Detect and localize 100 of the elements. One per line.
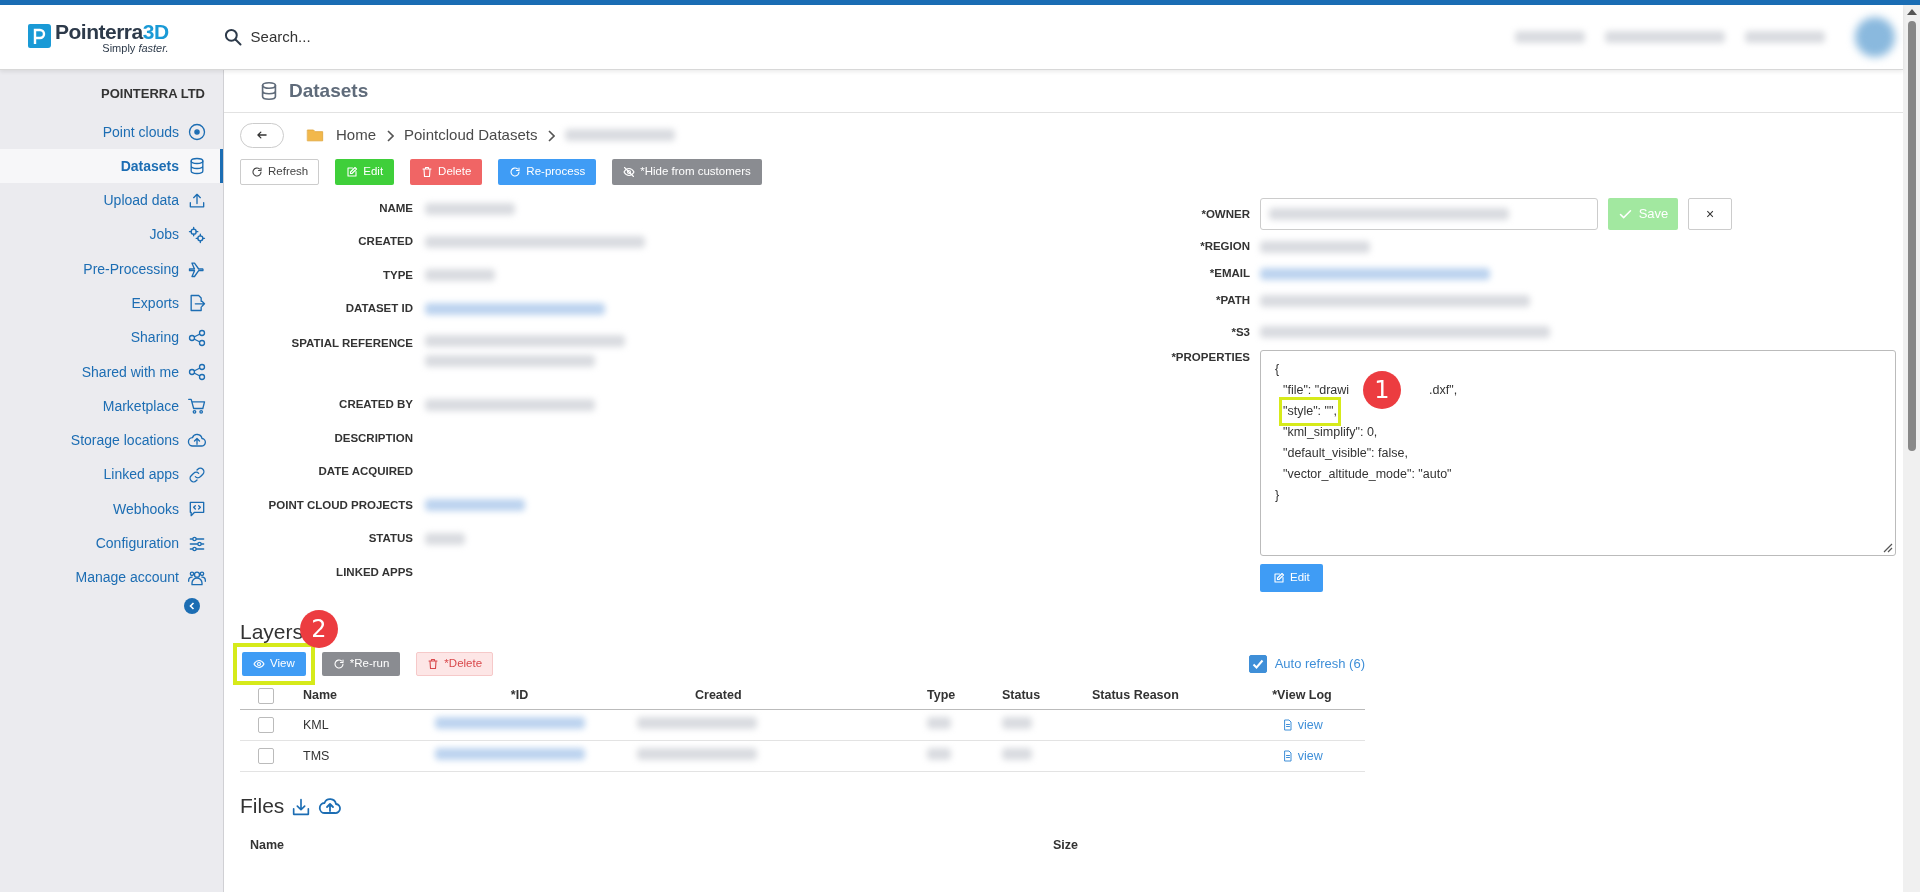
share-icon (187, 362, 207, 383)
blurred-text (1002, 716, 1032, 729)
field-label: *OWNER (1200, 207, 1250, 222)
section-heading: Files (240, 793, 285, 819)
field-label: *S3 (1230, 325, 1250, 340)
refresh-icon (251, 166, 263, 178)
field-label: POINT CLOUD PROJECTS (267, 497, 413, 513)
logo-icon (26, 23, 52, 51)
sidebar-item[interactable]: Upload data (0, 186, 223, 215)
blurred-text (425, 269, 495, 282)
column-header: Name (290, 681, 415, 710)
code-text: "file": "drawi (1283, 382, 1350, 399)
sidebar-item[interactable]: Configuration (0, 529, 223, 558)
field-label: *PROPERTIES (1170, 350, 1250, 365)
column-header: Created (625, 681, 915, 710)
column-header: Type (915, 681, 990, 710)
sidebar-item[interactable]: Storage locations (0, 426, 223, 455)
blurred-text (1515, 31, 1585, 43)
refresh-icon (332, 657, 345, 670)
edit-icon (1273, 572, 1285, 584)
table-cell: KML (290, 709, 415, 741)
callout-badge: 1 (1363, 371, 1401, 409)
blurred-text (425, 532, 465, 545)
owner-field[interactable] (1260, 198, 1598, 230)
trash-icon (421, 166, 434, 178)
scroll-up-arrow[interactable] (1906, 9, 1917, 15)
row-checkbox[interactable] (258, 748, 274, 765)
field-label: CREATED BY (338, 397, 413, 413)
view-log-link[interactable]: view (1282, 748, 1323, 763)
sidebar-item[interactable]: Shared with me (0, 358, 223, 387)
hide-button[interactable]: *Hide from customers (612, 159, 762, 185)
code-text: "kml_simplify": 0, (1283, 424, 1378, 441)
page-title: Datasets (289, 78, 369, 103)
document-icon (1282, 750, 1295, 763)
field-label: TYPE (381, 267, 413, 283)
view-log-link[interactable]: view (1282, 717, 1323, 732)
back-button[interactable] (240, 122, 284, 148)
cart-icon (187, 396, 207, 417)
field-label: *EMAIL (1208, 266, 1250, 281)
refresh-icon (509, 166, 522, 178)
code-text: { (1275, 361, 1280, 378)
code-text: "vector_altitude_mode": "auto" (1283, 466, 1452, 483)
checkbox[interactable] (1248, 654, 1267, 673)
column-header: Status Reason (1080, 681, 1240, 710)
table-cell: TMS (290, 740, 415, 772)
blurred-text (927, 747, 951, 760)
edit-button[interactable]: Edit (1260, 564, 1323, 592)
blurred-text (1002, 747, 1032, 760)
code-text: } (1275, 487, 1280, 504)
avatar[interactable] (1855, 17, 1895, 57)
field-label: SPATIAL REFERENCE (290, 335, 413, 351)
collapse-button[interactable] (184, 598, 200, 615)
rerun-button[interactable]: *Re-run (321, 651, 401, 676)
view-button[interactable]: View (242, 651, 306, 676)
field-label: *REGION (1199, 239, 1250, 254)
column-header: Status (990, 681, 1080, 710)
sidebar-item[interactable]: Exports (0, 289, 223, 318)
sidebar-item[interactable]: Datasets (0, 149, 223, 184)
reprocess-button[interactable]: Re-process (498, 159, 597, 185)
row-checkbox[interactable] (258, 717, 274, 734)
field-label: DESCRIPTION (333, 430, 413, 446)
sidebar-item[interactable]: Marketplace (0, 392, 223, 421)
code-text: "default_visible": false, (1283, 445, 1408, 462)
sidebar-item[interactable]: Linked apps (0, 460, 223, 489)
field-label: STATUS (367, 531, 413, 547)
blurred-text (927, 716, 951, 729)
organization-name: POINTERRA LTD (100, 85, 206, 103)
trash-icon (427, 657, 440, 670)
refresh-button[interactable]: Refresh (240, 159, 320, 185)
sidebar-item[interactable]: Sharing (0, 323, 223, 352)
checkbox[interactable] (258, 687, 274, 704)
search-icon (222, 27, 243, 47)
column-header: *ID (415, 681, 625, 710)
field-label: *PATH (1214, 293, 1250, 308)
edit-icon (346, 166, 359, 178)
properties-textarea[interactable]: { "file": "drawi .dxf", "style": "", 1 "kml_simplify": 0, "default_visible": false, "vector_altitude_mode": "auto" } (1260, 350, 1896, 556)
delete-button[interactable]: Delete (410, 159, 483, 185)
document-icon (1282, 719, 1295, 732)
field-label: NAME (378, 201, 413, 216)
scrollbar-thumb[interactable] (1907, 21, 1916, 451)
sidebar-item[interactable]: Jobs (0, 220, 223, 249)
sidebar-item[interactable]: Pre-Processing (0, 255, 223, 284)
sidebar-item[interactable]: Point clouds (0, 118, 223, 146)
sidebar-item[interactable]: Manage account (0, 563, 223, 592)
target-icon (187, 122, 207, 142)
resize-grip-icon[interactable] (1883, 543, 1893, 553)
field-label: LINKED APPS (335, 564, 413, 580)
close-button[interactable]: × (1688, 198, 1732, 230)
field-label: DATE ACQUIRED (317, 464, 413, 480)
share-icon (187, 327, 207, 348)
logo-tagline: Simply faster. (101, 42, 169, 54)
logo-wordmark: Pointerra3D (55, 20, 169, 42)
code-text: .dxf", (1429, 382, 1458, 399)
eye-icon (253, 657, 265, 670)
breadcrumb-link[interactable]: Pointcloud Datasets (404, 123, 538, 147)
checkbox-label[interactable]: Auto refresh (6) (1274, 653, 1365, 674)
eye-off-icon (623, 166, 636, 178)
sidebar-item[interactable]: Webhooks (0, 495, 223, 524)
link-icon (187, 464, 207, 485)
breadcrumb-link[interactable]: Home (336, 123, 376, 147)
